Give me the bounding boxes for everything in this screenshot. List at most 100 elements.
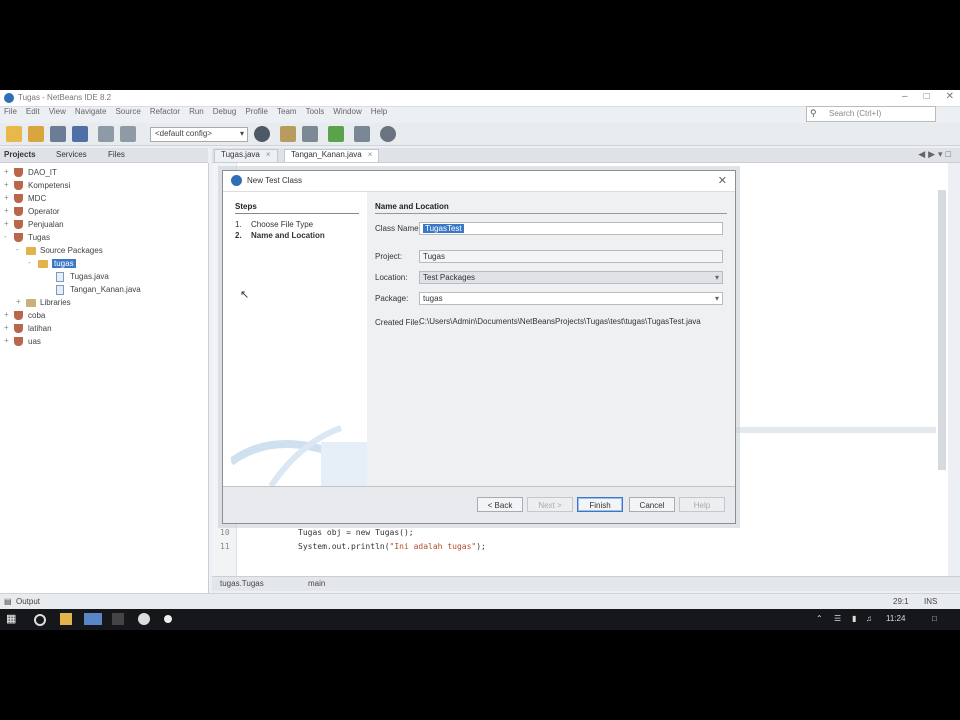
menu-edit[interactable]: Edit [26,107,40,121]
step-label: Choose File Type [251,220,314,229]
clean-build-icon[interactable] [302,126,318,142]
expand-icon[interactable]: + [4,310,12,319]
breadcrumb-method[interactable]: main [308,579,325,588]
expand-icon[interactable]: + [4,206,12,215]
maximize-icon[interactable]: □ [924,91,930,102]
window-title: Tugas - NetBeans IDE 8.2 [18,93,112,102]
close-tab-icon[interactable]: × [368,150,373,159]
editor-scrollbar[interactable] [938,190,946,470]
step-label: Name and Location [251,231,325,240]
expand-icon[interactable]: + [4,323,12,332]
menu-run[interactable]: Run [189,107,204,121]
collapse-icon[interactable]: - [16,245,24,254]
expand-icon[interactable]: + [4,219,12,228]
menu-profile[interactable]: Profile [245,107,268,121]
code-string: "Ini adalah tugas" [389,542,477,551]
finish-button[interactable]: Finish [577,497,623,512]
tab-files[interactable]: Files [108,150,125,159]
package-select[interactable]: tugas ▾ [419,292,723,305]
back-button[interactable]: < Back [477,497,523,512]
title-bar: Tugas - NetBeans IDE 8.2 – □ ✕ [0,90,960,107]
cortana-icon[interactable] [34,614,46,626]
location-select[interactable]: Test Packages ▾ [419,271,723,284]
editor-tabs: Tugas.java × Tangan_Kanan.java × ◀▶▾□ [212,148,960,163]
profile-icon[interactable] [380,126,396,142]
file-explorer-icon[interactable] [60,613,72,625]
volume-icon[interactable]: ♫ [866,614,872,623]
expand-icon[interactable]: + [4,193,12,202]
toolbar: <default config> ▾ [0,123,960,146]
close-icon[interactable]: ✕ [946,91,954,102]
expand-icon[interactable]: + [4,167,12,176]
search-input[interactable]: ⚲ Search (Ctrl+I) [806,106,936,122]
menu-help[interactable]: Help [371,107,387,121]
tab-tugas-java[interactable]: Tugas.java × [214,149,278,162]
config-select[interactable]: <default config> ▾ [150,127,248,142]
save-all-icon[interactable] [72,126,88,142]
output-icon[interactable]: ▤ [4,597,12,606]
search-icon: ⚲ [810,108,817,118]
tray-up-icon[interactable]: ⌃ [816,614,823,623]
java-project-icon [14,168,23,177]
minimize-icon[interactable]: – [902,91,908,102]
menu-view[interactable]: View [49,107,66,121]
notification-icon[interactable]: □ [932,614,937,623]
tree-item-label: MDC [28,194,47,203]
menu-team[interactable]: Team [277,107,297,121]
java-file-icon [56,272,64,282]
dialog-title: New Test Class [247,176,302,185]
network-icon[interactable]: ☰ [834,614,841,623]
chrome-icon[interactable] [138,613,150,625]
breadcrumb-class[interactable]: tugas.Tugas [220,579,264,588]
expand-icon[interactable]: + [16,297,24,306]
dialog-title-bar: New Test Class ✕ [223,171,735,192]
windows-start-icon[interactable]: ▦ [6,612,18,625]
editor-nav-icons[interactable]: ◀▶▾□ [918,149,954,160]
clock[interactable]: 11:24 [886,614,905,623]
next-button[interactable]: Next > [527,497,573,512]
steps-header: Steps [235,202,257,211]
run-icon[interactable] [328,126,344,142]
close-icon[interactable]: ✕ [718,174,727,187]
menu-source[interactable]: Source [115,107,140,121]
tab-projects[interactable]: Projects [4,150,36,159]
menu-navigate[interactable]: Navigate [75,107,107,121]
status-bar: ▤ Output 29:1 INS [0,593,960,610]
menu-tools[interactable]: Tools [306,107,325,121]
tab-services[interactable]: Services [56,150,87,159]
taskbar-app-icon[interactable] [112,613,124,625]
tree-item-label: Source Packages [40,246,103,255]
globe-icon[interactable] [254,126,270,142]
netbeans-taskbar-icon[interactable] [84,613,102,625]
redo-icon[interactable] [120,126,136,142]
build-hammer-icon[interactable] [280,126,296,142]
undo-icon[interactable] [98,126,114,142]
collapse-icon[interactable]: - [4,232,12,241]
help-button[interactable]: Help [679,497,725,512]
expand-icon[interactable]: + [4,336,12,345]
menu-debug[interactable]: Debug [213,107,237,121]
menu-window[interactable]: Window [333,107,361,121]
menu-refactor[interactable]: Refactor [150,107,180,121]
tab-tangan-kanan-java[interactable]: Tangan_Kanan.java × [284,149,380,162]
window-controls: – □ ✕ [902,91,954,102]
new-project-icon[interactable] [6,126,22,142]
taskbar-app-icon[interactable] [164,615,172,623]
open-project-icon[interactable] [50,126,66,142]
search-placeholder: Search (Ctrl+I) [829,109,882,118]
java-project-icon [14,233,23,242]
project-value: Tugas [423,252,445,261]
project-field: Tugas [419,250,723,263]
netbeans-dialog-icon [231,175,242,186]
debug-icon[interactable] [354,126,370,142]
expand-icon[interactable]: + [4,180,12,189]
cancel-button[interactable]: Cancel [629,497,675,512]
wizard-watermark [231,425,367,486]
battery-icon[interactable]: ▮ [852,614,856,623]
menu-file[interactable]: File [4,107,17,121]
close-tab-icon[interactable]: × [266,150,271,159]
new-file-icon[interactable] [28,126,44,142]
collapse-icon[interactable]: - [28,258,36,267]
class-name-field[interactable]: TugasTest [419,222,723,235]
output-label[interactable]: Output [16,597,40,606]
